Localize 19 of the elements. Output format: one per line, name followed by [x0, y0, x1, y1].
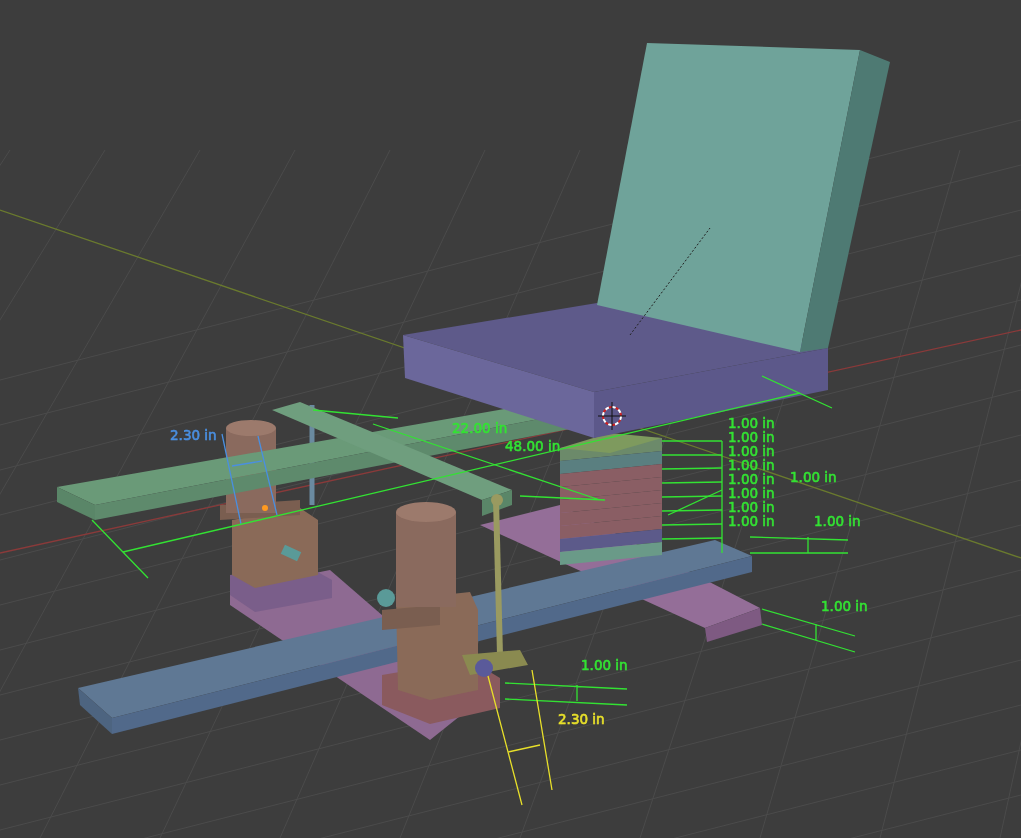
- dimension-label: 1.00 in: [728, 429, 775, 445]
- dimension-label: 1.00 in: [814, 513, 861, 529]
- dimension-label: 1.00 in: [728, 471, 775, 487]
- 3d-cursor-icon: [597, 401, 627, 431]
- dimension-label: 48.00 in: [505, 438, 561, 454]
- dimension-label: 1.00 in: [790, 469, 837, 485]
- dimension-label: 1.00 in: [728, 513, 775, 529]
- dimension-label: 1.00 in: [728, 499, 775, 515]
- dimension-label: 2.30 in: [170, 427, 217, 443]
- dimension-label: 22.00 in: [452, 420, 508, 436]
- dimension-label: 1.00 in: [581, 657, 628, 673]
- dimension-label: 1.00 in: [728, 457, 775, 473]
- dimension-label: 1.00 in: [728, 485, 775, 501]
- dimension-label: 1.00 in: [821, 598, 868, 614]
- dimension-label: 2.30 in: [558, 711, 605, 727]
- sphere: [377, 589, 395, 607]
- origin-dot: [262, 505, 268, 511]
- dimension-label: 1.00 in: [728, 415, 775, 431]
- dimension-label: 1.00 in: [728, 443, 775, 459]
